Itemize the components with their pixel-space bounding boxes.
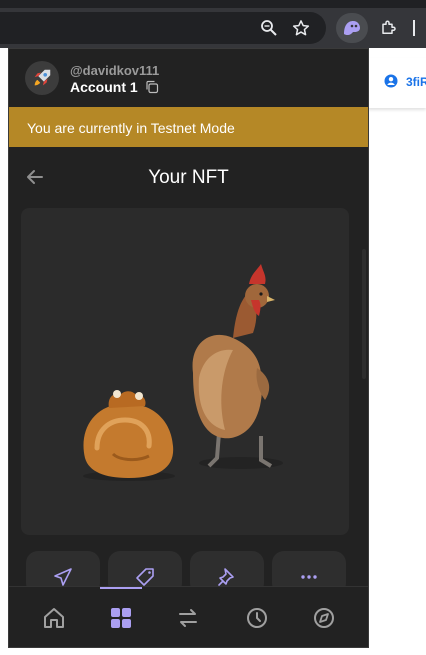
testnet-banner: You are currently in Testnet Mode [9, 107, 368, 147]
live-chicken-illustration [192, 264, 283, 469]
active-tab-indicator [100, 587, 142, 589]
page-title: Your NFT [148, 167, 229, 188]
account-username: @davidkov111 [70, 63, 160, 78]
collectibles-grid-icon[interactable] [108, 605, 134, 631]
back-arrow-icon[interactable] [25, 167, 47, 189]
rocket-icon[interactable] [25, 61, 59, 95]
phantom-extension-icon[interactable] [336, 13, 368, 43]
popup-scrollbar[interactable] [362, 249, 366, 379]
swap-icon[interactable] [175, 605, 201, 631]
toolbar-divider [413, 20, 415, 36]
roast-chicken-illustration [83, 390, 175, 481]
bottom-nav [9, 586, 368, 647]
testnet-banner-text: You are currently in Testnet Mode [27, 120, 235, 136]
account-header[interactable]: @davidkov111 Account 1 [9, 49, 368, 107]
account-name: Account 1 [70, 79, 138, 95]
zoom-icon[interactable] [258, 17, 280, 39]
wallet-popup: @davidkov111 Account 1 You are currently… [8, 48, 369, 648]
star-icon[interactable] [290, 17, 312, 39]
nft-actions [9, 551, 368, 595]
nft-image[interactable] [21, 208, 349, 535]
background-page-header: 3fiR [368, 58, 426, 108]
home-icon[interactable] [41, 605, 67, 631]
explore-compass-icon[interactable] [311, 605, 337, 631]
history-icon[interactable] [244, 605, 270, 631]
user-circle-icon [384, 74, 398, 93]
copy-icon[interactable] [145, 80, 159, 99]
browser-top-strip [0, 0, 426, 8]
background-page-text[interactable]: 3fiR [406, 75, 426, 89]
puzzle-extensions-icon[interactable] [378, 17, 400, 39]
